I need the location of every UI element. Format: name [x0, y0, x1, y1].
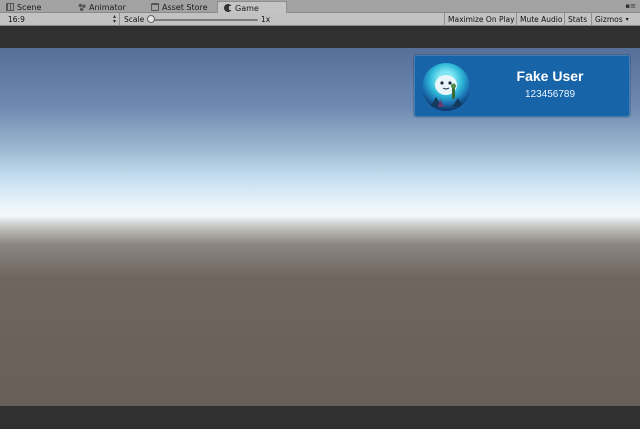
letterbox-top: [0, 26, 640, 48]
game-view: Fake User 123456789: [0, 26, 640, 429]
user-card: Fake User 123456789: [414, 55, 630, 117]
scale-label: Scale: [124, 13, 144, 25]
maximize-on-play-button[interactable]: Maximize On Play: [448, 13, 515, 25]
aspect-value: 16:9: [8, 14, 25, 24]
user-avatar-icon: [422, 63, 470, 111]
maximize-on-play-label: Maximize On Play: [448, 14, 515, 24]
tab-animator[interactable]: Animator: [72, 1, 144, 13]
scene-icon: [6, 3, 14, 11]
stats-label: Stats: [568, 14, 588, 24]
tab-scene[interactable]: Scene: [0, 1, 70, 13]
tab-asset-store-label: Asset Store: [162, 2, 208, 12]
gizmos-dropdown-icon[interactable]: ▾: [626, 16, 629, 23]
animator-icon: [78, 3, 86, 11]
editor-tab-bar: Scene Animator Asset Store Game ▪≡: [0, 0, 640, 14]
gizmos-label: Gizmos: [595, 14, 623, 24]
user-name: Fake User: [516, 68, 584, 84]
tab-animator-label: Animator: [89, 2, 126, 12]
game-toolbar: 16:9 ▴ ▾ Scale 1x Maximize On Play Mute A…: [0, 13, 640, 26]
aspect-dropdown[interactable]: 16:9: [8, 13, 118, 25]
aspect-arrows-icon: ▴ ▾: [113, 13, 117, 25]
letterbox-bottom: [0, 406, 640, 429]
mute-audio-label: Mute Audio: [520, 14, 563, 24]
gizmos-button[interactable]: Gizmos ▾: [595, 13, 629, 25]
scale-slider-track[interactable]: [150, 19, 258, 21]
game-icon: [224, 4, 233, 12]
tab-scene-label: Scene: [17, 2, 42, 12]
scale-value-text: 1x: [261, 14, 271, 24]
tab-game-label: Game: [235, 3, 259, 13]
scale-slider-thumb[interactable]: [147, 15, 155, 23]
scale-label-text: Scale: [124, 14, 145, 24]
user-id: 123456789: [524, 89, 576, 100]
window-menu-icon[interactable]: ▪≡: [625, 2, 636, 10]
avatar-character-icon: [430, 75, 464, 107]
scale-value: 1x: [261, 13, 270, 25]
asset-store-icon: [151, 3, 159, 11]
tab-asset-store[interactable]: Asset Store: [145, 1, 217, 13]
stats-button[interactable]: Stats: [568, 13, 587, 25]
mute-audio-button[interactable]: Mute Audio: [520, 13, 562, 25]
game-viewport[interactable]: Fake User 123456789: [0, 48, 640, 406]
